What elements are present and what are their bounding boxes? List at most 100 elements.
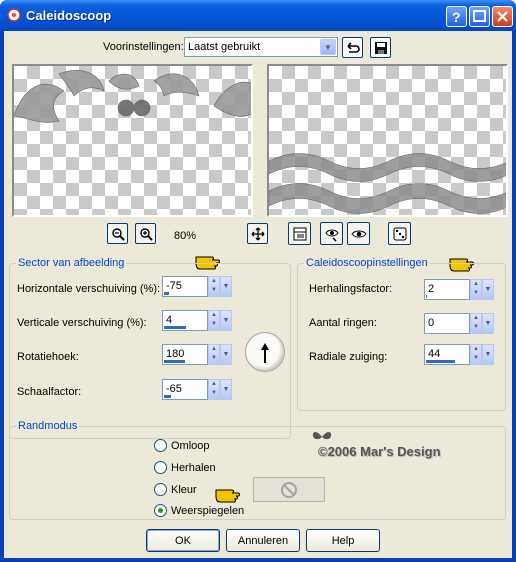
spin-arrows-icon[interactable]: ▲ ▼ [470, 344, 482, 365]
layout-icon [293, 227, 306, 240]
help-title-button[interactable]: ? [446, 6, 467, 27]
chevron-down-icon[interactable]: ▼ [320, 39, 336, 55]
edge-option-label: Kleur [171, 483, 197, 496]
kaleidoscope-group-title: Caleidoscoopinstellingen [304, 257, 430, 269]
chevron-down-icon[interactable]: ▼ [220, 344, 232, 365]
edge-option-label: Herhalen [171, 461, 216, 474]
value-bar [426, 295, 427, 298]
edge-option-repeat[interactable]: Herhalen [154, 461, 216, 474]
zoom-out-button[interactable] [107, 223, 128, 244]
app-icon [7, 8, 21, 22]
chevron-down-icon[interactable]: ▼ [220, 310, 232, 331]
title-bar[interactable]: Caleidoscoop ? [0, 0, 516, 31]
floppy-disk-icon [374, 41, 387, 54]
ring-count-label: Aantal ringen: [309, 317, 377, 329]
radio-button-selected[interactable] [154, 504, 167, 517]
scale-spinner[interactable]: -65 ▲ ▼ ▼ [162, 379, 232, 400]
copyright-credit: ©2006 Mar's Design [318, 444, 441, 459]
repeat-factor-spinner[interactable]: 2 ▲ ▼ ▼ [424, 279, 494, 300]
chevron-down-icon[interactable]: ▼ [482, 313, 494, 334]
repeat-factor-field[interactable]: 2 [424, 279, 470, 300]
vertical-offset-value: 4 [166, 314, 173, 326]
radio-button[interactable] [154, 483, 167, 496]
horizontal-offset-value: -75 [166, 280, 182, 292]
edge-mode-group: Randmodus [9, 420, 506, 520]
move-arrows-icon [251, 227, 264, 240]
dialog-body: Voorinstellingen: Laatst gebruikt ▼ 80% … [4, 31, 512, 558]
svg-text:?: ? [452, 9, 461, 25]
scale-value: -65 [166, 383, 182, 395]
spin-arrows-icon[interactable]: ▲ ▼ [208, 276, 220, 297]
value-bar [426, 360, 455, 363]
up-arrow-icon [261, 343, 269, 363]
vertical-offset-label: Verticale verschuiving (%): [17, 317, 147, 329]
maximize-button[interactable] [469, 6, 490, 27]
radio-button[interactable] [154, 439, 167, 452]
close-button[interactable] [492, 6, 513, 27]
ornament-image [14, 70, 251, 123]
radial-suction-spinner[interactable]: 44 ▲ ▼ ▼ [424, 344, 494, 365]
edge-option-wrap[interactable]: Omloop [154, 439, 210, 452]
scale-field[interactable]: -65 [162, 379, 208, 400]
eye-icon [350, 230, 367, 237]
scale-label: Schaalfactor: [17, 386, 82, 398]
rotation-label: Rotatiehoek: [17, 351, 79, 363]
chevron-down-icon[interactable]: ▼ [482, 344, 494, 365]
ok-button[interactable]: OK [146, 529, 220, 552]
radio-button[interactable] [154, 461, 167, 474]
zoom-in-button[interactable] [135, 223, 156, 244]
value-bar [164, 326, 186, 329]
radial-suction-value: 44 [428, 348, 441, 360]
radial-suction-label: Radiale zuiging: [309, 351, 388, 363]
ring-count-spinner[interactable]: 0 ▲ ▼ ▼ [424, 313, 494, 334]
kaleidoscope-result-image [269, 153, 506, 214]
spin-arrows-icon[interactable]: ▲ ▼ [470, 313, 482, 334]
pointing-hand-icon [215, 489, 240, 503]
source-preview[interactable] [12, 64, 253, 217]
proof-toggle-button[interactable] [288, 222, 311, 245]
chevron-down-icon[interactable]: ▼ [482, 279, 494, 300]
edge-color-swatch [253, 477, 325, 502]
rotation-dial[interactable] [245, 332, 285, 372]
edge-option-reflect[interactable]: Weerspiegelen [154, 504, 244, 517]
vertical-offset-field[interactable]: 4 [162, 310, 208, 331]
auto-proof-button[interactable] [320, 222, 343, 245]
cancel-button[interactable]: Annuleren [226, 529, 300, 552]
chevron-down-icon[interactable]: ▼ [220, 276, 232, 297]
save-preset-button[interactable] [370, 37, 391, 58]
edge-option-label: Weerspiegelen [171, 504, 245, 517]
help-button[interactable]: Help [306, 529, 380, 552]
zoom-level: 80% [174, 230, 197, 242]
edge-mode-group-title: Randmodus [16, 420, 80, 432]
ring-count-field[interactable]: 0 [424, 313, 470, 334]
repeat-factor-label: Herhalingsfactor: [309, 283, 393, 295]
repeat-factor-value: 2 [428, 283, 435, 295]
zoom-out-icon [111, 227, 125, 241]
preview-toggle-button[interactable] [347, 222, 370, 245]
chevron-down-icon[interactable]: ▼ [220, 379, 232, 400]
randomize-button[interactable] [388, 222, 411, 245]
rotation-value: 180 [166, 348, 185, 360]
rotation-field[interactable]: 180 [162, 344, 208, 365]
reset-preset-button[interactable] [342, 37, 363, 58]
horizontal-offset-field[interactable]: -75 [162, 276, 208, 297]
close-icon [497, 11, 508, 22]
sector-group-title: Sector van afbeelding [16, 257, 127, 269]
vertical-offset-spinner[interactable]: 4 ▲ ▼ ▼ [162, 310, 232, 331]
butterfly-icon [312, 432, 332, 440]
spin-arrows-icon[interactable]: ▲ ▼ [470, 279, 482, 300]
rotation-spinner[interactable]: 180 ▲ ▼ ▼ [162, 344, 232, 365]
radial-suction-field[interactable]: 44 [424, 344, 470, 365]
edge-option-color[interactable]: Kleur [154, 483, 197, 496]
presets-dropdown[interactable]: Laatst gebruikt ▼ [184, 37, 338, 57]
horizontal-offset-label: Horizontale verschuiving (%): [17, 283, 161, 295]
spin-arrows-icon[interactable]: ▲ ▼ [208, 310, 220, 331]
horizontal-offset-spinner[interactable]: -75 ▲ ▼ ▼ [162, 276, 232, 297]
spin-arrows-icon[interactable]: ▲ ▼ [208, 344, 220, 365]
pan-button[interactable] [247, 223, 268, 244]
question-icon: ? [452, 9, 461, 25]
eye-hand-icon [324, 229, 339, 242]
presets-value: Laatst gebruikt [188, 41, 261, 53]
result-preview [267, 64, 508, 217]
spin-arrows-icon[interactable]: ▲ ▼ [208, 379, 220, 400]
